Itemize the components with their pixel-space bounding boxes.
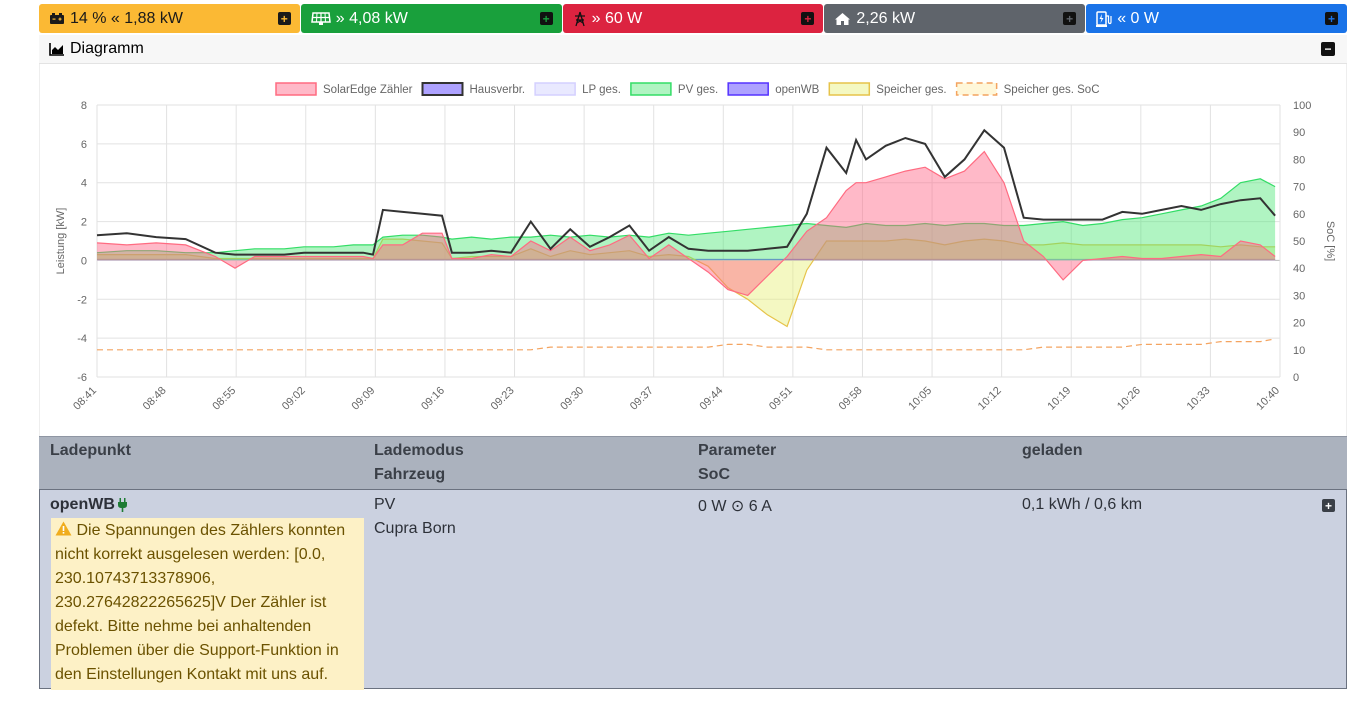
expand-charging-icon[interactable]: + — [1324, 12, 1338, 25]
pv-tile[interactable]: » 4,08 kW + — [300, 4, 562, 33]
y2-tick-label: 80 — [1293, 154, 1305, 166]
expand-grid-icon[interactable]: + — [801, 12, 815, 25]
grid-value: » 60 W — [591, 9, 643, 27]
header-fahrzeug: Fahrzeug — [374, 466, 446, 483]
legend-label: LP ges. — [582, 84, 621, 96]
x-tick-label: 08:41 — [71, 385, 99, 413]
table-row[interactable]: openWB Die Spannungen des Zählers konnte… — [39, 489, 1347, 690]
status-bar: 14 % « 1,88 kW + » 4,08 kW + » 60 W + 2,… — [39, 4, 1347, 33]
y-tick-label: 4 — [81, 178, 87, 190]
legend-swatch — [275, 82, 317, 96]
y2-tick-label: 0 — [1293, 372, 1299, 384]
x-tick-label: 09:02 — [280, 385, 308, 413]
legend-label: PV ges. — [678, 84, 718, 96]
house-value: 2,26 kW — [856, 9, 916, 27]
legend-swatch — [955, 82, 998, 96]
y2-tick-label: 30 — [1293, 290, 1305, 302]
x-tick-label: 09:09 — [350, 385, 378, 413]
header-ladepunkt: Ladepunkt — [50, 442, 131, 459]
x-tick-label: 08:48 — [141, 385, 169, 413]
x-tick-label: 09:51 — [767, 385, 795, 413]
x-tick-label: 10:05 — [906, 385, 934, 413]
x-tick-label: 09:44 — [697, 385, 725, 413]
house-tile[interactable]: 2,26 kW + — [824, 4, 1086, 33]
grid-tile[interactable]: » 60 W + — [562, 4, 824, 33]
legend-swatch — [421, 82, 464, 96]
y-tick-label: -2 — [77, 294, 87, 306]
vehicle-name[interactable]: Cupra Born — [374, 520, 456, 538]
battery-tile[interactable]: 14 % « 1,88 kW + — [39, 4, 300, 33]
chart-area-icon — [49, 43, 64, 56]
diagram-title: Diagramm — [70, 40, 144, 57]
legend-label: Speicher ges. — [876, 84, 946, 96]
y-tick-label: -6 — [77, 372, 87, 384]
series-line — [97, 338, 1276, 351]
x-tick-label: 10:12 — [976, 385, 1004, 413]
charged-energy: 0,1 kWh / 0,6 km — [1022, 496, 1143, 513]
expand-house-icon[interactable]: + — [1063, 12, 1077, 25]
y-tick-label: 0 — [81, 255, 87, 267]
x-tick-label: 10:40 — [1254, 385, 1282, 413]
y2-axis-label: SoC [%] — [1324, 221, 1336, 261]
expand-pv-icon[interactable]: + — [539, 12, 553, 25]
plug-icon — [117, 498, 128, 517]
pv-value: » 4,08 kW — [335, 9, 408, 27]
header-lademodus: Lademodus — [374, 442, 464, 459]
x-tick-label: 09:16 — [419, 385, 447, 413]
battery-value: 14 % « 1,88 kW — [70, 9, 183, 27]
x-tick-label: 09:37 — [628, 385, 656, 413]
charge-mode[interactable]: PV — [374, 496, 395, 514]
power-grid-icon — [574, 11, 585, 26]
y-tick-label: -4 — [77, 333, 87, 345]
legend-swatch — [534, 82, 576, 96]
car-battery-icon — [50, 13, 64, 24]
expand-row-icon[interactable]: + — [1322, 499, 1335, 512]
collapse-diagram-icon[interactable]: − — [1321, 42, 1335, 56]
legend-swatch — [630, 82, 672, 96]
charge-parameter: 0 W ⊙ 6 A — [698, 498, 772, 515]
expand-battery-icon[interactable]: + — [277, 12, 291, 25]
header-geladen: geladen — [1022, 442, 1083, 459]
x-tick-label: 10:26 — [1115, 385, 1143, 413]
diagram-header[interactable]: Diagramm − — [39, 35, 1347, 64]
meter-warning: Die Spannungen des Zählers konnten nicht… — [51, 518, 364, 690]
chargepoint-name[interactable]: openWB — [50, 496, 115, 514]
y-tick-label: 2 — [81, 217, 87, 229]
x-tick-label: 09:58 — [837, 385, 865, 413]
charging-station-icon — [1096, 10, 1112, 27]
solar-panel-icon — [310, 11, 331, 25]
power-chart: 8 6 4 2 0 -2 -4 -6 100 90 80 70 60 50 40 30 20 10 0 08:41 08… — [39, 64, 1347, 436]
header-parameter: Parameter — [698, 442, 777, 459]
x-tick-label: 08:55 — [210, 385, 238, 413]
y2-tick-label: 100 — [1293, 100, 1311, 112]
home-icon — [835, 12, 851, 25]
charging-value: « 0 W — [1117, 9, 1159, 27]
y-tick-label: 6 — [81, 139, 87, 151]
x-tick-label: 10:19 — [1045, 385, 1073, 413]
charging-tile[interactable]: « 0 W + — [1086, 4, 1347, 33]
table-header: Ladepunkt Lademodus Fahrzeug Parameter S… — [39, 436, 1347, 489]
legend-label: openWB — [775, 84, 819, 96]
y2-tick-label: 20 — [1293, 318, 1305, 330]
legend-label: SolarEdge Zähler — [323, 84, 413, 96]
x-tick-label: 09:23 — [489, 385, 517, 413]
legend-label: Speicher ges. SoC — [1004, 84, 1100, 96]
warning-icon — [55, 521, 72, 539]
power-chart-svg: 86420-2-4-6100908070605040302010008:41 08… — [55, 82, 1336, 413]
warning-text: Die Spannungen des Zählers konnten nicht… — [55, 522, 346, 683]
y-axis-label: Leistung [kW] — [55, 208, 67, 275]
legend-label: Hausverbr. — [470, 84, 526, 96]
y2-tick-label: 90 — [1293, 127, 1305, 139]
y2-tick-label: 70 — [1293, 182, 1305, 194]
y2-tick-label: 40 — [1293, 263, 1305, 275]
y-tick-label: 8 — [81, 100, 87, 112]
legend-swatch — [727, 82, 769, 96]
legend-swatch — [828, 82, 871, 96]
y2-tick-label: 10 — [1293, 345, 1305, 357]
header-soc: SoC — [698, 466, 730, 483]
y2-tick-label: 50 — [1293, 236, 1305, 248]
y2-tick-label: 60 — [1293, 209, 1305, 221]
x-tick-label: 10:33 — [1185, 385, 1213, 413]
x-tick-label: 09:30 — [558, 385, 586, 413]
